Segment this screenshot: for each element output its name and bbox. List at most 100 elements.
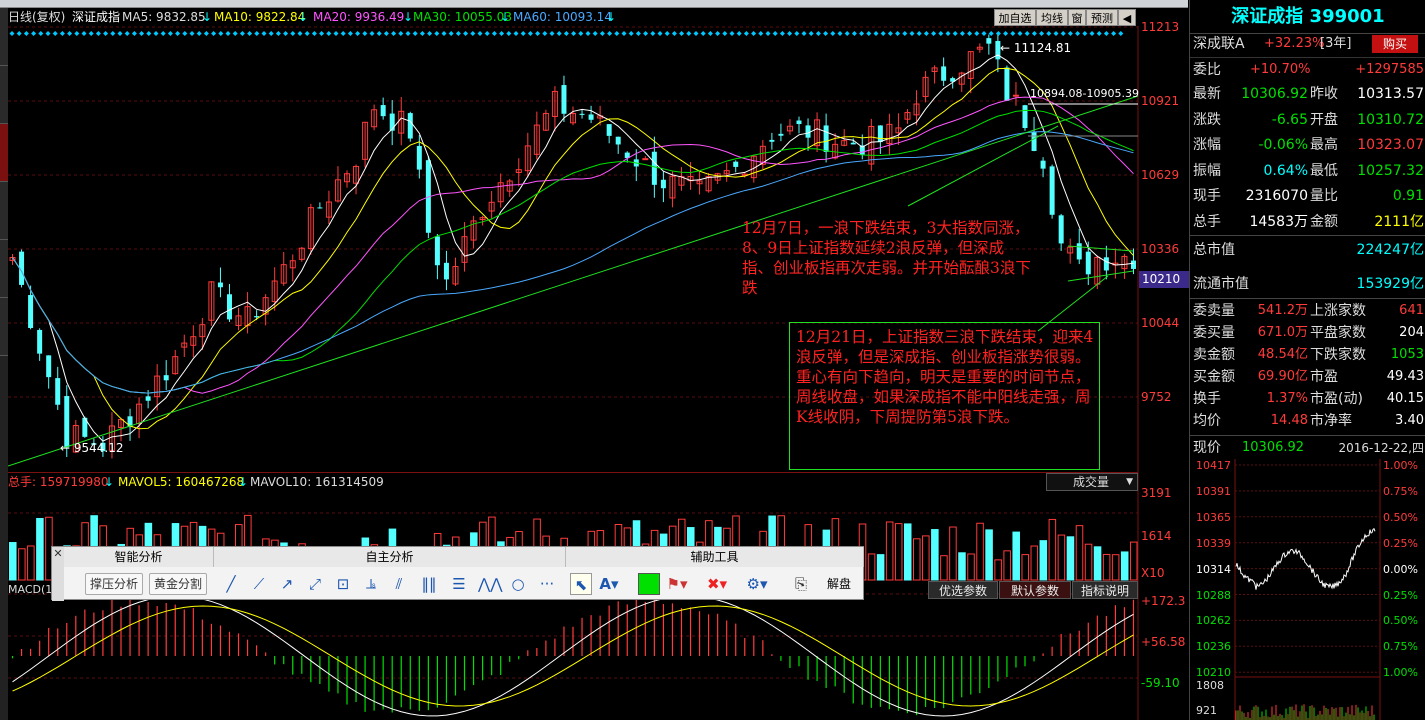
stat-value: 641: [1399, 303, 1424, 318]
indicator-select[interactable]: 成交量 ▼: [1046, 473, 1138, 491]
period-label[interactable]: 日线(复权): [8, 10, 65, 24]
ma20-value: MA20: 9936.49: [313, 10, 405, 24]
forecast-button[interactable]: 预测: [1086, 9, 1118, 26]
top-menu: 帮助数据综合大宗交易自选股港股美股期货资讯BBS数据热点沪深推选: [0, 0, 1188, 8]
section-self-analysis[interactable]: 自主分析: [214, 547, 566, 567]
ma-button[interactable]: 均线: [1036, 9, 1068, 26]
stat-label: 买金额: [1193, 369, 1235, 385]
candle-down: [46, 355, 52, 378]
tab-default-params[interactable]: 默认参数: [999, 581, 1071, 599]
linked-fund-label[interactable]: 深成联A: [1193, 32, 1245, 56]
volume-bar: [994, 559, 1002, 581]
rectangle-icon[interactable]: ⊡: [332, 573, 354, 595]
stat-value: 48.54亿: [1257, 347, 1308, 362]
export-icon[interactable]: ⎘: [790, 573, 812, 595]
intraday-line: [1235, 528, 1376, 590]
volume-bar: [985, 529, 993, 581]
delete-icon[interactable]: ✖▾: [706, 573, 728, 595]
cursor-icon[interactable]: ⬉: [570, 573, 592, 595]
candle-down: [733, 161, 739, 167]
volume-bar: [1084, 543, 1093, 581]
buy-button[interactable]: 购买: [1372, 35, 1418, 53]
fibonacci-icon[interactable]: ☰: [448, 573, 470, 595]
golden-section-button[interactable]: 黄金分割: [149, 573, 207, 595]
volume-bar: [1021, 554, 1030, 581]
close-icon[interactable]: ✕: [52, 547, 64, 601]
section-aux-tools[interactable]: 辅助工具: [566, 547, 864, 567]
stat-label: 卖金额: [1193, 347, 1235, 363]
section-smart-analysis[interactable]: 智能分析: [64, 547, 214, 567]
candle-down: [226, 294, 232, 320]
candle-down: [606, 124, 612, 136]
macd-axis-2: +56.58: [1141, 635, 1186, 649]
quote-row: 现手 2316070 量比 0.91: [1190, 184, 1425, 208]
chart-header: 日线(复权) 深证成指 MA5: 9832.85 ↓ MA10: 9822.84…: [8, 8, 998, 26]
quote-label: 涨跌: [1193, 111, 1221, 128]
window-button[interactable]: 窗: [1068, 9, 1086, 26]
fan-icon[interactable]: ⫡: [360, 573, 382, 595]
segment-icon[interactable]: ⟋: [248, 573, 270, 595]
candle-down: [407, 113, 413, 139]
price-axis-label: 11213: [1141, 20, 1180, 34]
quote-label: 总手: [1193, 213, 1221, 230]
mavol10: MAVOL10: 161314509: [250, 475, 384, 489]
text-icon[interactable]: A▾: [598, 573, 620, 595]
wave-icon[interactable]: ⋀⋀: [478, 573, 503, 595]
price-axis-label: 10921: [1141, 94, 1180, 108]
add-watchlist-button[interactable]: 加自选: [994, 9, 1036, 26]
candle-down: [1031, 132, 1037, 151]
down-arrow-icon: ↓: [202, 10, 213, 24]
candle-down: [796, 120, 802, 125]
candle-up: [642, 158, 649, 161]
stat-row: 换手 1.37% 市盈(动) 40.15: [1190, 388, 1425, 410]
more-icon[interactable]: ···: [536, 573, 558, 595]
index-name: 深证成指: [72, 10, 121, 24]
intraday-pct-label: 0.50%: [1383, 614, 1418, 628]
volume-bar: [27, 545, 35, 581]
arrow-line-icon[interactable]: ⤢: [304, 573, 326, 595]
line-icon[interactable]: ╱: [220, 573, 242, 595]
quote-panel: 深证成指 399001 深成联A +32.23% [3年] 购买 委比 +10.…: [1189, 0, 1425, 720]
quote-value: 14583万: [1249, 213, 1308, 230]
support-resistance-button[interactable]: 撑压分析: [85, 573, 143, 595]
annotation-dec7: 12月7日，一浪下跌结束，3大指数同涨，8、9日上证指数延续2浪反弹，但深成指、…: [742, 219, 1031, 297]
weibi-percent: +10.70%: [1250, 62, 1311, 77]
stat-value: 204: [1399, 325, 1424, 340]
channel-icon[interactable]: ⫽: [388, 573, 410, 595]
unlock-label[interactable]: 解盘: [827, 577, 851, 591]
volume-bar: [1012, 531, 1020, 581]
quote-value: 10313.57: [1357, 86, 1424, 102]
intraday-pct-label: 0.75%: [1383, 484, 1418, 498]
candle-down: [651, 151, 657, 185]
cycle-lines-icon[interactable]: ‖‖: [418, 573, 440, 595]
stat-label: 平盘家数: [1310, 325, 1366, 341]
current-price-tag: 10210: [1139, 271, 1189, 288]
color-picker[interactable]: [638, 573, 660, 595]
stat-value: 69.90亿: [1257, 369, 1308, 384]
mark-icon[interactable]: ⚑▾: [666, 573, 688, 595]
circle-icon[interactable]: ○: [507, 573, 529, 595]
candle-down: [217, 282, 223, 288]
intraday-price-label: 10262: [1196, 614, 1231, 628]
quote-value: 10323.07: [1357, 137, 1424, 153]
tab-indicator-help[interactable]: 指标说明: [1072, 581, 1138, 599]
intraday-price-label: 10339: [1196, 536, 1231, 550]
tab-optimized-params[interactable]: 优选参数: [928, 581, 998, 599]
vol-axis-2: 1614: [1141, 529, 1172, 543]
volume-bar: [1048, 518, 1057, 581]
now-date: 2016-12-22,四: [1338, 441, 1424, 455]
total-cap-value: 224247亿: [1356, 242, 1424, 258]
quote-value: -0.06%: [1258, 137, 1308, 153]
left-tabs[interactable]: [0, 8, 8, 720]
collapse-button[interactable]: ◀: [1118, 9, 1136, 26]
ray-icon[interactable]: ↗: [276, 573, 298, 595]
float-cap-label: 流通市值: [1193, 276, 1249, 292]
candle-down: [416, 145, 422, 170]
volume-bar: [885, 521, 894, 581]
price-axis-label: 10044: [1141, 316, 1180, 330]
candle-down: [561, 85, 567, 114]
candle-down: [1130, 260, 1136, 269]
candle-down: [615, 136, 621, 145]
gear-icon[interactable]: ⚙▾: [746, 573, 768, 595]
macd-histogram: [11, 595, 1135, 717]
